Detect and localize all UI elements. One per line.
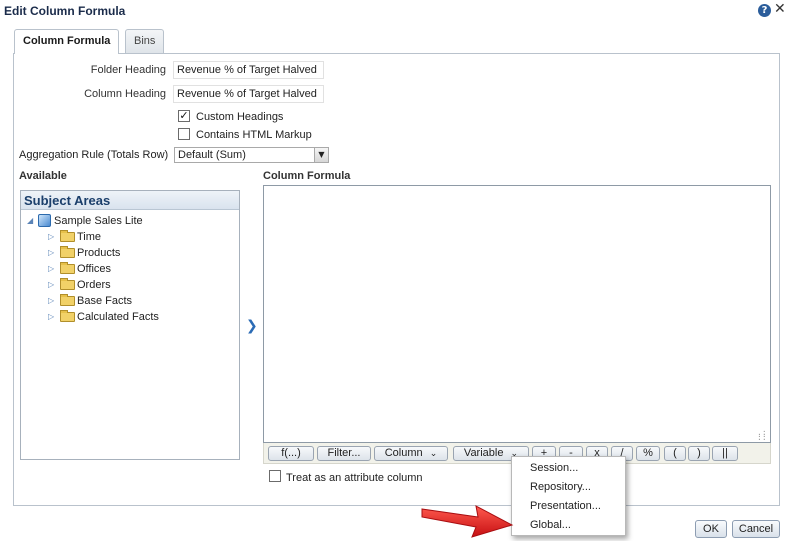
tree-item-offices[interactable]: ▷ Offices — [48, 261, 111, 277]
menu-item-presentation[interactable]: Presentation... — [530, 498, 601, 514]
folder-icon — [60, 278, 75, 290]
tab-column-formula[interactable]: Column Formula — [14, 29, 120, 54]
tree-item-label: Base Facts — [77, 295, 133, 307]
chevron-right-icon[interactable]: ❯ — [246, 318, 258, 334]
function-button[interactable]: f(...) — [268, 446, 314, 461]
close-icon[interactable]: ✕ — [774, 1, 786, 17]
column-button-label: Column — [384, 447, 423, 459]
available-heading: Available — [19, 170, 67, 182]
treat-as-attribute-checkbox[interactable] — [269, 470, 281, 482]
custom-headings-checkbox[interactable]: ✓ — [178, 110, 190, 122]
column-heading-field[interactable]: Revenue % of Target Halved — [173, 85, 324, 103]
aggregation-rule-select[interactable]: Default (Sum) ▼ — [174, 147, 329, 163]
custom-headings-label: Custom Headings — [196, 111, 284, 123]
folder-icon — [60, 246, 75, 258]
cancel-button[interactable]: Cancel — [732, 520, 780, 538]
tree-item-time[interactable]: ▷ Time — [48, 229, 101, 245]
collapsed-triangle-icon[interactable]: ▷ — [48, 245, 58, 261]
aggregation-rule-value: Default (Sum) — [178, 149, 246, 161]
folder-heading-field[interactable]: Revenue % of Target Halved — [173, 61, 324, 79]
folder-heading-label: Folder Heading — [90, 64, 166, 76]
column-button[interactable]: Column ⌄ — [374, 446, 448, 461]
collapsed-triangle-icon[interactable]: ▷ — [48, 277, 58, 293]
collapsed-triangle-icon[interactable]: ▷ — [48, 293, 58, 309]
filter-button[interactable]: Filter... — [317, 446, 371, 461]
subject-areas-title: Subject Areas — [21, 191, 239, 210]
variable-menu: Session... Repository... Presentation...… — [511, 456, 626, 536]
concat-operator-button[interactable]: || — [712, 446, 738, 461]
close-paren-button[interactable]: ) — [688, 446, 710, 461]
menu-item-repository[interactable]: Repository... — [530, 479, 591, 495]
percent-operator-button[interactable]: % — [636, 446, 660, 461]
tree-item-label: Calculated Facts — [77, 311, 159, 323]
chevron-down-icon: ⌄ — [429, 449, 438, 459]
menu-item-session[interactable]: Session... — [530, 460, 578, 476]
folder-icon — [60, 294, 75, 306]
folder-icon — [60, 310, 75, 322]
resize-grip-icon[interactable]: .::: — [757, 429, 767, 442]
treat-as-attribute-label: Treat as an attribute column — [286, 472, 423, 484]
tab-bins[interactable]: Bins — [125, 29, 165, 53]
annotation-arrow-icon — [421, 505, 514, 538]
variable-button-label: Variable — [463, 447, 504, 459]
collapsed-triangle-icon[interactable]: ▷ — [48, 229, 58, 245]
tree-item-label: Time — [77, 231, 102, 243]
tree-item-label: Orders — [77, 279, 111, 291]
chevron-down-icon[interactable]: ▼ — [314, 148, 328, 162]
contains-html-checkbox[interactable] — [178, 128, 190, 140]
tree-item-label: Sample Sales Lite — [54, 215, 143, 227]
tree-item-orders[interactable]: ▷ Orders — [48, 277, 111, 293]
help-icon[interactable]: ? — [758, 4, 771, 17]
column-heading-label: Column Heading — [84, 88, 166, 100]
contains-html-label: Contains HTML Markup — [196, 129, 312, 141]
dialog-title: Edit Column Formula — [4, 4, 126, 18]
subject-areas-panel: Subject Areas ◢ Sample Sales Lite ▷ Time ▷… — [20, 190, 240, 460]
folder-icon — [60, 262, 75, 274]
menu-item-global[interactable]: Global... — [530, 517, 571, 533]
column-formula-heading: Column Formula — [263, 170, 351, 182]
tree-item-root[interactable]: ◢ Sample Sales Lite — [27, 213, 143, 229]
column-formula-textarea[interactable] — [263, 185, 771, 443]
collapsed-triangle-icon[interactable]: ▷ — [48, 261, 58, 277]
tree-item-base-facts[interactable]: ▷ Base Facts — [48, 293, 132, 309]
open-paren-button[interactable]: ( — [664, 446, 686, 461]
collapsed-triangle-icon[interactable]: ▷ — [48, 309, 58, 325]
aggregation-rule-label: Aggregation Rule (Totals Row) — [19, 149, 169, 161]
tree-item-label: Products — [77, 247, 121, 259]
expanded-triangle-icon[interactable]: ◢ — [27, 213, 37, 229]
tree-item-calculated-facts[interactable]: ▷ Calculated Facts — [48, 309, 159, 325]
cube-icon — [38, 214, 51, 227]
tree-item-products[interactable]: ▷ Products — [48, 245, 120, 261]
ok-button[interactable]: OK — [695, 520, 727, 538]
tree-item-label: Offices — [77, 263, 112, 275]
folder-icon — [60, 230, 75, 242]
